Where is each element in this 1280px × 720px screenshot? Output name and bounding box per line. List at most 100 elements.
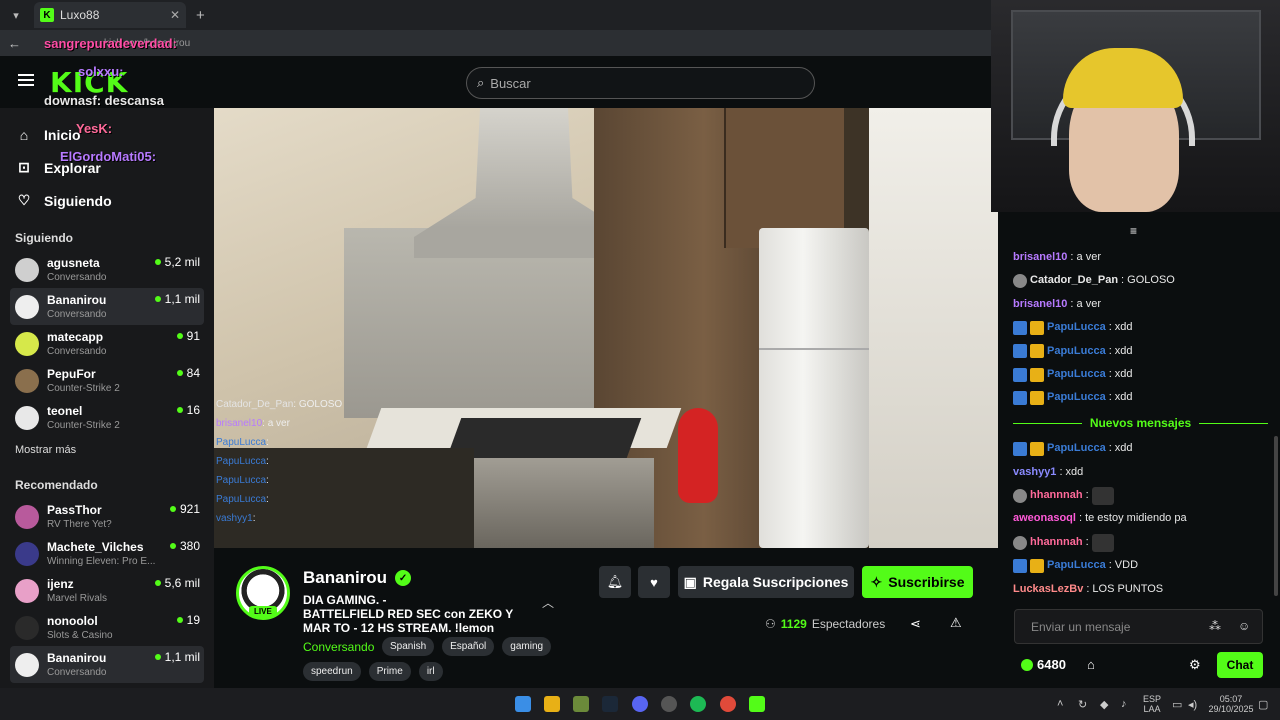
chat-username[interactable]: PapuLucca xyxy=(1047,437,1106,460)
chat-username[interactable]: PapuLucca xyxy=(1047,316,1106,339)
channel-points[interactable]: 6480 xyxy=(1021,657,1066,672)
tray-monitor-icon[interactable]: ▭ xyxy=(1172,698,1182,711)
emoji-icon[interactable]: ☺ xyxy=(1238,619,1250,633)
tray-speaker-icon[interactable]: ◂) xyxy=(1188,698,1197,711)
channel-item[interactable]: Machete_Vilches Winning Eleven: Pro E... 3… xyxy=(0,535,214,572)
browser-tab[interactable]: K Luxo88 ✕ xyxy=(34,2,186,28)
translate-icon[interactable]: ⁂ xyxy=(1209,619,1221,633)
sidebar-nav-item[interactable]: ♡ Siguiendo xyxy=(0,184,214,217)
channel-viewers: 921 xyxy=(169,502,200,516)
stream-tag[interactable]: irl xyxy=(418,662,443,681)
chat-username[interactable]: PapuLucca xyxy=(1047,386,1106,409)
video-chat-text: : xyxy=(266,475,269,486)
channel-item[interactable]: ijenz Marvel Rivals 5,6 mil xyxy=(0,572,214,609)
chevron-up-icon[interactable]: ︿ xyxy=(542,594,554,611)
channel-item[interactable]: nonoolol Slots & Casino 19 xyxy=(0,609,214,646)
chat-send-button[interactable]: Chat xyxy=(1217,652,1263,678)
stream-tag[interactable]: Prime xyxy=(368,662,411,681)
chat-message: hhannnah: xyxy=(1013,531,1268,554)
sidebar-nav-label: Siguiendo xyxy=(44,192,112,209)
subscribe-button[interactable]: ✧ Suscribirse xyxy=(862,566,973,598)
stream-category[interactable]: Conversando xyxy=(303,640,374,654)
viewer-count: 5,6 mil xyxy=(164,576,200,590)
follow-button[interactable]: ♥ xyxy=(638,566,670,598)
chat-username[interactable]: LuckasLezBv xyxy=(1013,578,1083,601)
chrome-icon[interactable] xyxy=(720,696,736,712)
stream-tag[interactable]: Español xyxy=(442,637,495,656)
channel-item[interactable]: Bananirou Conversando 1,1 mil xyxy=(10,288,204,325)
chat-username[interactable]: brisanel10 xyxy=(1013,293,1067,316)
chat-username[interactable]: brisanel10 xyxy=(1013,246,1067,269)
chat-username[interactable]: vashyy1 xyxy=(1013,461,1056,484)
tray-sync-icon[interactable]: ↻ xyxy=(1078,698,1087,711)
chat-input[interactable]: Enviar un mensaje xyxy=(1014,609,1263,644)
close-icon[interactable]: ✕ xyxy=(170,8,180,22)
video-chat-line: vashyy1: xyxy=(216,509,342,528)
notification-bell-button[interactable]: 🔔︎ xyxy=(599,566,631,598)
tab-list-chevron-icon[interactable]: ▾ xyxy=(4,3,28,27)
blue-badge-icon xyxy=(1013,367,1027,382)
channel-item[interactable]: matecapp Conversando 91 xyxy=(0,325,214,362)
streamer-name[interactable]: Bananirou xyxy=(303,568,387,588)
app-icon[interactable] xyxy=(573,696,589,712)
discord-icon[interactable] xyxy=(632,696,648,712)
new-tab-icon[interactable]: + xyxy=(196,7,205,24)
chat-message: aweonasoql: te estoy midiendo pa xyxy=(1013,507,1268,530)
stream-tag[interactable]: gaming xyxy=(502,637,552,656)
obs-icon[interactable] xyxy=(661,696,677,712)
channel-category: Conversando xyxy=(47,346,107,357)
viewer-label: Espectadores xyxy=(811,617,886,631)
notification-icon[interactable]: ▢ xyxy=(1258,698,1268,711)
hamburger-menu-icon[interactable] xyxy=(18,74,34,86)
chat-message: PapuLucca: xdd xyxy=(1013,437,1268,460)
channel-category: Conversando xyxy=(47,667,107,678)
chat-username[interactable]: PapuLucca xyxy=(1047,340,1106,363)
channel-item[interactable]: PassThor RV There Yet? 921 xyxy=(0,498,214,535)
chat-username[interactable]: aweonasoql xyxy=(1013,507,1076,530)
live-dot-icon xyxy=(154,259,161,265)
share-icon[interactable]: ⋖ xyxy=(910,616,921,632)
windows-start-icon[interactable] xyxy=(515,696,531,712)
stream-tag[interactable]: speedrun xyxy=(303,662,361,681)
tray-mic-icon[interactable]: ♪ xyxy=(1121,698,1127,710)
search-input[interactable]: ⌕ Buscar xyxy=(466,67,815,99)
channel-item[interactable]: Bananirou Conversando 1,1 mil xyxy=(10,646,204,683)
show-more-link[interactable]: Mostrar más xyxy=(0,436,214,464)
chat-username[interactable]: hhannnah xyxy=(1030,484,1083,507)
chat-username[interactable]: Catador_De_Pan xyxy=(1030,269,1118,292)
store-icon[interactable]: ⌂ xyxy=(1087,657,1095,672)
gear-icon[interactable]: ⚙ xyxy=(1189,657,1201,673)
stream-tag[interactable]: Spanish xyxy=(382,637,435,656)
channel-item[interactable]: teonel Counter-Strike 2 16 xyxy=(0,399,214,436)
tray-clock[interactable]: 05:07 29/10/2025 xyxy=(1208,694,1254,714)
pinned-menu-icon[interactable]: ≡ xyxy=(1130,224,1137,238)
channel-item[interactable]: PepuFor Counter-Strike 2 84 xyxy=(0,362,214,399)
channel-item[interactable]: agusneta Conversando 5,2 mil xyxy=(0,251,214,288)
chat-username[interactable]: PapuLucca xyxy=(1047,554,1106,577)
chat-username[interactable]: PapuLucca xyxy=(1047,363,1106,386)
chat-text: : xyxy=(1085,489,1089,502)
tray-network-icon[interactable]: ◆ xyxy=(1100,698,1108,711)
subscribe-label: Suscribirse xyxy=(888,574,965,590)
gold-badge-icon xyxy=(1030,558,1044,573)
tray-language[interactable]: ESP LAA xyxy=(1143,694,1161,714)
chat-scrollbar[interactable] xyxy=(1274,436,1278,596)
tray-chevron-icon[interactable]: ˄ xyxy=(1057,698,1063,710)
chat-username[interactable]: hhannnah xyxy=(1030,531,1083,554)
steam-icon[interactable] xyxy=(602,696,618,712)
kick-app-icon[interactable] xyxy=(749,696,765,712)
sidebar: ⌂ Inicio ⊡ Explorar ♡ Siguiendo Siguiendo agu… xyxy=(0,108,214,688)
viewer-count: 19 xyxy=(186,613,200,627)
file-explorer-icon[interactable] xyxy=(544,696,560,712)
spotify-icon[interactable] xyxy=(690,696,706,712)
channel-viewers: 5,6 mil xyxy=(154,576,200,590)
chat-text: : GOLOSO xyxy=(1121,274,1175,287)
report-warning-icon[interactable]: ⚠ xyxy=(950,615,962,631)
video-chat-text: : GOLOSO xyxy=(293,399,343,410)
stove xyxy=(446,418,642,458)
gift-subs-button[interactable]: ▣ Regala Suscripciones xyxy=(678,566,854,598)
back-arrow-icon[interactable]: ← xyxy=(8,36,24,51)
viewer-count: 921 xyxy=(179,502,200,516)
viewer-number: 1129 xyxy=(780,617,807,631)
video-chat-user: vashyy1 xyxy=(216,513,253,524)
